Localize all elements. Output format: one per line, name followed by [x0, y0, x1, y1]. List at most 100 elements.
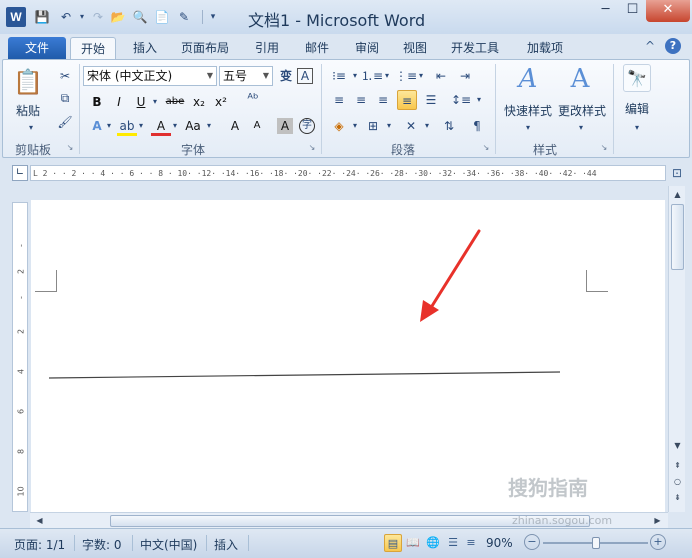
change-styles-icon[interactable]: A	[565, 64, 595, 94]
subscript-button[interactable]: x₂	[189, 92, 209, 112]
tab-view[interactable]: 视图	[392, 37, 438, 60]
tab-review[interactable]: 审阅	[344, 37, 390, 60]
open-icon[interactable]: 📂	[110, 9, 126, 25]
strikethrough-button[interactable]: abe	[165, 92, 185, 112]
scroll-left-icon[interactable]: ◀	[32, 513, 47, 528]
view-ruler-icon[interactable]: ⊡	[669, 166, 685, 182]
tab-file[interactable]: 文件	[8, 37, 66, 60]
chinese-layout-dropdown-icon[interactable]: ▾	[417, 116, 437, 136]
enclose-characters-button[interactable]: 字	[299, 118, 315, 134]
justify-icon[interactable]: ≡	[397, 90, 417, 110]
change-case-dropdown-icon[interactable]: ▾	[199, 116, 219, 136]
multilevel-dropdown-icon[interactable]: ▾	[411, 66, 431, 86]
phonetic-guide-button[interactable]: 变	[276, 66, 296, 86]
new-document-icon[interactable]: 📄	[154, 9, 170, 25]
zoom-level[interactable]: 90%	[486, 536, 513, 550]
help-icon[interactable]: ?	[665, 38, 681, 54]
tab-insert[interactable]: 插入	[122, 37, 168, 60]
editing-button[interactable]: 编辑	[617, 100, 657, 117]
numbering-dropdown-icon[interactable]: ▾	[377, 66, 397, 86]
copy-icon[interactable]: ⧉	[55, 88, 75, 108]
bold-button[interactable]: B	[87, 92, 107, 112]
italic-button[interactable]: I	[109, 92, 129, 112]
paragraph-launcher-icon[interactable]: ↘	[481, 143, 491, 153]
quick-styles-dropdown-icon[interactable]: ▾	[518, 118, 538, 138]
align-right-icon[interactable]: ≡	[373, 90, 393, 110]
font-size-combo[interactable]: 五号 ▼	[219, 66, 273, 86]
scroll-down-icon[interactable]: ▼	[670, 438, 685, 453]
change-styles-dropdown-icon[interactable]: ▾	[571, 118, 591, 138]
editing-dropdown-icon[interactable]: ▾	[627, 118, 647, 138]
underline-dropdown-icon[interactable]: ▾	[145, 92, 165, 112]
tab-references[interactable]: 引用	[244, 37, 290, 60]
print-preview-icon[interactable]: 🔍	[132, 9, 148, 25]
tab-mailings[interactable]: 邮件	[294, 37, 340, 60]
edit-icon[interactable]: ✎	[176, 9, 192, 25]
scroll-right-icon[interactable]: ▶	[650, 513, 665, 528]
close-button[interactable]: ✕	[646, 0, 690, 22]
next-page-icon[interactable]: ⇟	[670, 490, 685, 505]
font-name-combo[interactable]: 宋体 (中文正文) ▼	[83, 66, 217, 86]
line-spacing-icon[interactable]: ↕≡	[451, 90, 471, 110]
shading-dropdown-icon[interactable]: ▾	[345, 116, 365, 136]
show-marks-icon[interactable]: ¶	[467, 116, 487, 136]
minimize-ribbon-icon[interactable]: ^	[645, 39, 655, 53]
vertical-scroll-thumb[interactable]	[671, 204, 684, 270]
save-icon[interactable]: 💾	[34, 9, 50, 25]
paste-button[interactable]: 粘贴	[11, 102, 45, 119]
horizontal-ruler[interactable]: L 2 · · 2 · · 4 · · 6 · · 8 · 10· ·12· ·…	[30, 165, 666, 181]
document-page[interactable]	[31, 200, 665, 512]
quick-styles-icon[interactable]: A	[513, 64, 543, 94]
zoom-out-icon[interactable]: −	[524, 534, 540, 550]
vertical-scrollbar[interactable]: ▲ ▼ ⇞ ○ ⇟	[668, 186, 685, 512]
change-styles-button[interactable]: 更改样式	[555, 102, 609, 119]
quick-styles-button[interactable]: 快速样式	[501, 102, 555, 119]
text-effects-dropdown-icon[interactable]: ▾	[99, 116, 119, 136]
undo-dropdown-icon[interactable]: ▾	[74, 9, 90, 25]
sort-icon[interactable]: ⇅	[439, 116, 459, 136]
maximize-button[interactable]: ☐	[619, 0, 646, 22]
tab-addins[interactable]: 加载项	[516, 37, 574, 60]
language-indicator[interactable]: 中文(中国)	[140, 536, 197, 553]
format-painter-icon[interactable]: 🖌	[55, 112, 75, 132]
borders-dropdown-icon[interactable]: ▾	[379, 116, 399, 136]
undo-icon[interactable]: ↶	[58, 9, 74, 25]
clipboard-launcher-icon[interactable]: ↘	[65, 143, 75, 153]
character-shading-button[interactable]: A	[277, 118, 293, 134]
previous-page-icon[interactable]: ⇞	[670, 458, 685, 473]
word-count[interactable]: 字数: 0	[82, 536, 122, 553]
full-screen-reading-icon[interactable]: 📖	[404, 534, 422, 552]
web-layout-icon[interactable]: 🌐	[424, 534, 442, 552]
print-layout-view-icon[interactable]: ▤	[384, 534, 402, 552]
font-color-dropdown-icon[interactable]: ▾	[165, 116, 185, 136]
tab-home[interactable]: 开始	[70, 37, 116, 60]
outline-view-icon[interactable]: ☰	[444, 534, 462, 552]
clear-formatting-icon[interactable]: ᴬᵇ	[243, 90, 263, 110]
distributed-icon[interactable]: ☰	[421, 90, 441, 110]
horizontal-line-shape[interactable]	[48, 371, 561, 379]
paste-dropdown-icon[interactable]: ▾	[21, 118, 41, 138]
page-count[interactable]: 页面: 1/1	[14, 536, 65, 553]
browse-object-icon[interactable]: ○	[670, 474, 685, 489]
scroll-up-icon[interactable]: ▲	[670, 187, 685, 202]
tab-page-layout[interactable]: 页面布局	[172, 37, 238, 60]
align-center-icon[interactable]: ≡	[351, 90, 371, 110]
tab-developer[interactable]: 开发工具	[442, 37, 508, 60]
increase-indent-icon[interactable]: ⇥	[455, 66, 475, 86]
find-icon[interactable]: 🔭	[623, 64, 651, 92]
grow-font-button[interactable]: A	[225, 116, 245, 136]
styles-launcher-icon[interactable]: ↘	[599, 143, 609, 153]
line-spacing-dropdown-icon[interactable]: ▾	[469, 90, 489, 110]
word-app-icon[interactable]: W	[6, 7, 26, 27]
superscript-button[interactable]: x²	[211, 92, 231, 112]
cut-icon[interactable]: ✂	[55, 66, 75, 86]
redo-icon[interactable]: ↷	[90, 9, 106, 25]
paste-icon[interactable]: 📋	[13, 66, 43, 98]
tab-selector[interactable]: ∟	[12, 165, 28, 181]
vertical-ruler[interactable]: - 2 - 2 4 6 8 10	[12, 202, 28, 512]
zoom-slider-thumb[interactable]	[591, 537, 600, 549]
shrink-font-button[interactable]: A	[247, 116, 267, 136]
draft-view-icon[interactable]: ≡	[462, 534, 480, 552]
zoom-in-icon[interactable]: +	[650, 534, 666, 550]
zoom-slider[interactable]	[543, 537, 648, 549]
